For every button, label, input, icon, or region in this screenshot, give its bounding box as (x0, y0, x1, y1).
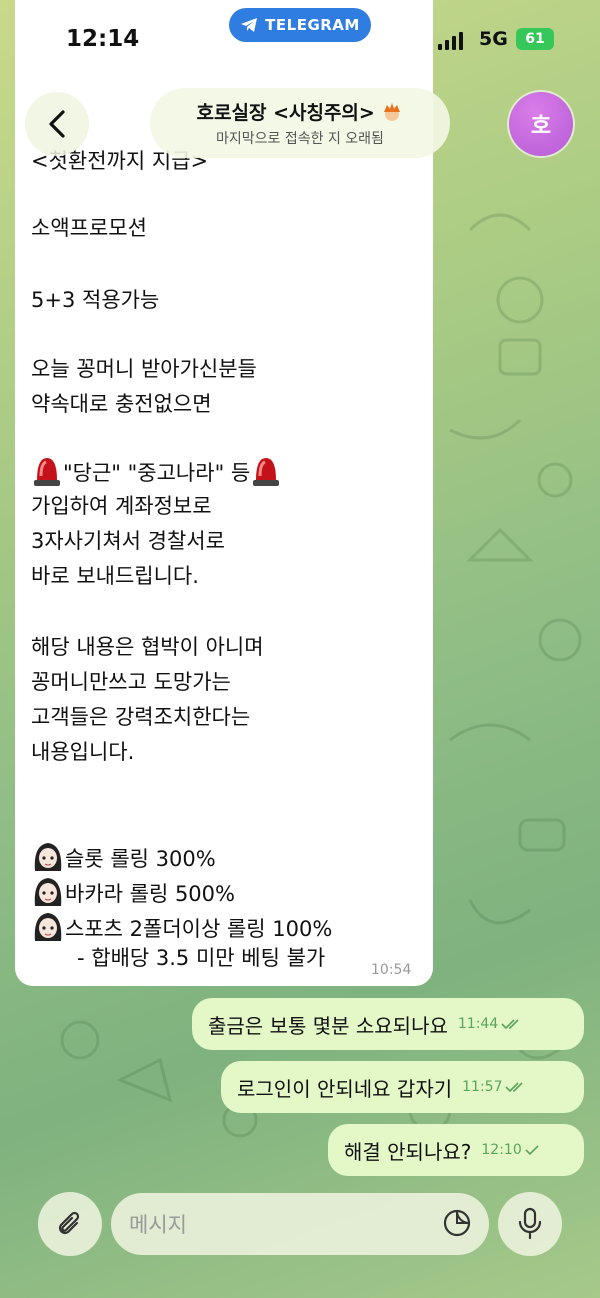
back-button[interactable] (25, 92, 89, 156)
outgoing-message-bubble[interactable]: 해결 안되나요? 12:10 (328, 1124, 584, 1176)
telegram-pill-label: TELEGRAM (265, 16, 360, 34)
siren-emoji (34, 458, 60, 486)
last-seen-status: 마지막으로 접속한 지 오래됨 (216, 131, 384, 147)
message-line: 약속대로 충전없으면 (31, 392, 212, 416)
outgoing-message-bubble[interactable]: 출금은 보통 몇분 소요되나요 11:44 (192, 998, 584, 1050)
signal-icon (438, 32, 463, 50)
message-line-with-sirens: "당근" "중고나라" 등 (31, 456, 282, 488)
outgoing-message-text: 해결 안되나요? (344, 1139, 472, 1164)
message-line: 해당 내용은 협박이 아니며 (31, 635, 264, 659)
sticker-icon[interactable] (441, 1207, 473, 1239)
outgoing-message-meta: 12:10 (481, 1142, 539, 1158)
girl-sticker-emoji (34, 878, 62, 906)
chat-title-emoji-icon (384, 103, 401, 121)
chat-name: 호로실장 <사칭주의> (196, 102, 375, 124)
message-line-with-sticker: 바카라 롤링 500% (31, 876, 235, 909)
message-line-text: 스포츠 2폴더이상 롤링 100% (65, 917, 333, 941)
microphone-icon (518, 1207, 542, 1240)
telegram-pill[interactable]: TELEGRAM (229, 8, 371, 42)
siren-emoji (253, 458, 280, 486)
telegram-plane-icon (241, 18, 258, 32)
paperclip-icon (58, 1211, 80, 1235)
double-check-icon (505, 1082, 524, 1093)
message-line: 5+3 적용가능 (31, 288, 160, 312)
message-line: 3자사기쳐서 경찰서로 (31, 529, 225, 553)
message-timestamp: 10:54 (371, 962, 412, 978)
chat-title[interactable]: 호로실장 <사칭주의> 마지막으로 접속한 지 오래됨 (150, 88, 450, 158)
outgoing-message-time: 11:44 (457, 1016, 499, 1032)
message-line-text: "당근" "중고나라" 등 (63, 461, 251, 485)
outgoing-message-text: 로그인이 안되네요 갑자기 (237, 1076, 453, 1101)
message-line: 고객들은 강력조치한다는 (31, 705, 251, 729)
message-input[interactable]: 메시지 (111, 1193, 489, 1255)
double-check-icon (501, 1019, 519, 1030)
message-line-text: 슬롯 롤링 300% (65, 847, 216, 871)
message-input-placeholder: 메시지 (129, 1213, 187, 1237)
avatar[interactable]: 호 (509, 92, 573, 156)
outgoing-message-text: 출금은 보통 몇분 소요되나요 (208, 1013, 448, 1038)
message-line: 가입하여 계좌정보로 (31, 494, 212, 518)
message-line-with-sticker: 스포츠 2폴더이상 롤링 100% (31, 911, 332, 944)
message-line: 내용입니다. (31, 740, 135, 764)
message-line: 소액프로모션 (31, 216, 147, 240)
outgoing-message-bubble[interactable]: 로그인이 안되네요 갑자기 11:57 (221, 1061, 584, 1113)
message-line: 오늘 꽁머니 받아가신분들 (31, 357, 257, 381)
attach-button[interactable] (38, 1192, 102, 1256)
message-line: 꽁머니만쓰고 도망가는 (31, 670, 231, 694)
battery-icon: 61 (516, 28, 554, 50)
message-line: - 합배당 3.5 미만 베팅 불가 (77, 946, 326, 970)
outgoing-message-meta: 11:57 (462, 1079, 527, 1095)
message-line-with-sticker: 슬롯 롤링 300% (31, 841, 216, 874)
network-type: 5G (479, 28, 508, 50)
girl-sticker-emoji (34, 913, 62, 941)
girl-sticker-emoji (34, 843, 62, 871)
message-line-text: 바카라 롤링 500% (65, 882, 235, 906)
avatar-initial: 호 (530, 114, 552, 139)
single-check-icon (525, 1145, 539, 1156)
status-bar: 12:14 TELEGRAM 5G 61 (0, 0, 600, 80)
outgoing-message-time: 12:10 (481, 1142, 522, 1158)
microphone-button[interactable] (498, 1192, 562, 1256)
back-chevron-icon (49, 110, 65, 138)
outgoing-message-meta: 11:44 (458, 1016, 523, 1032)
message-line: 바로 보내드립니다. (31, 564, 199, 588)
clock: 12:14 (66, 26, 140, 52)
battery-level: 61 (525, 31, 545, 47)
outgoing-message-time: 11:57 (462, 1079, 503, 1095)
